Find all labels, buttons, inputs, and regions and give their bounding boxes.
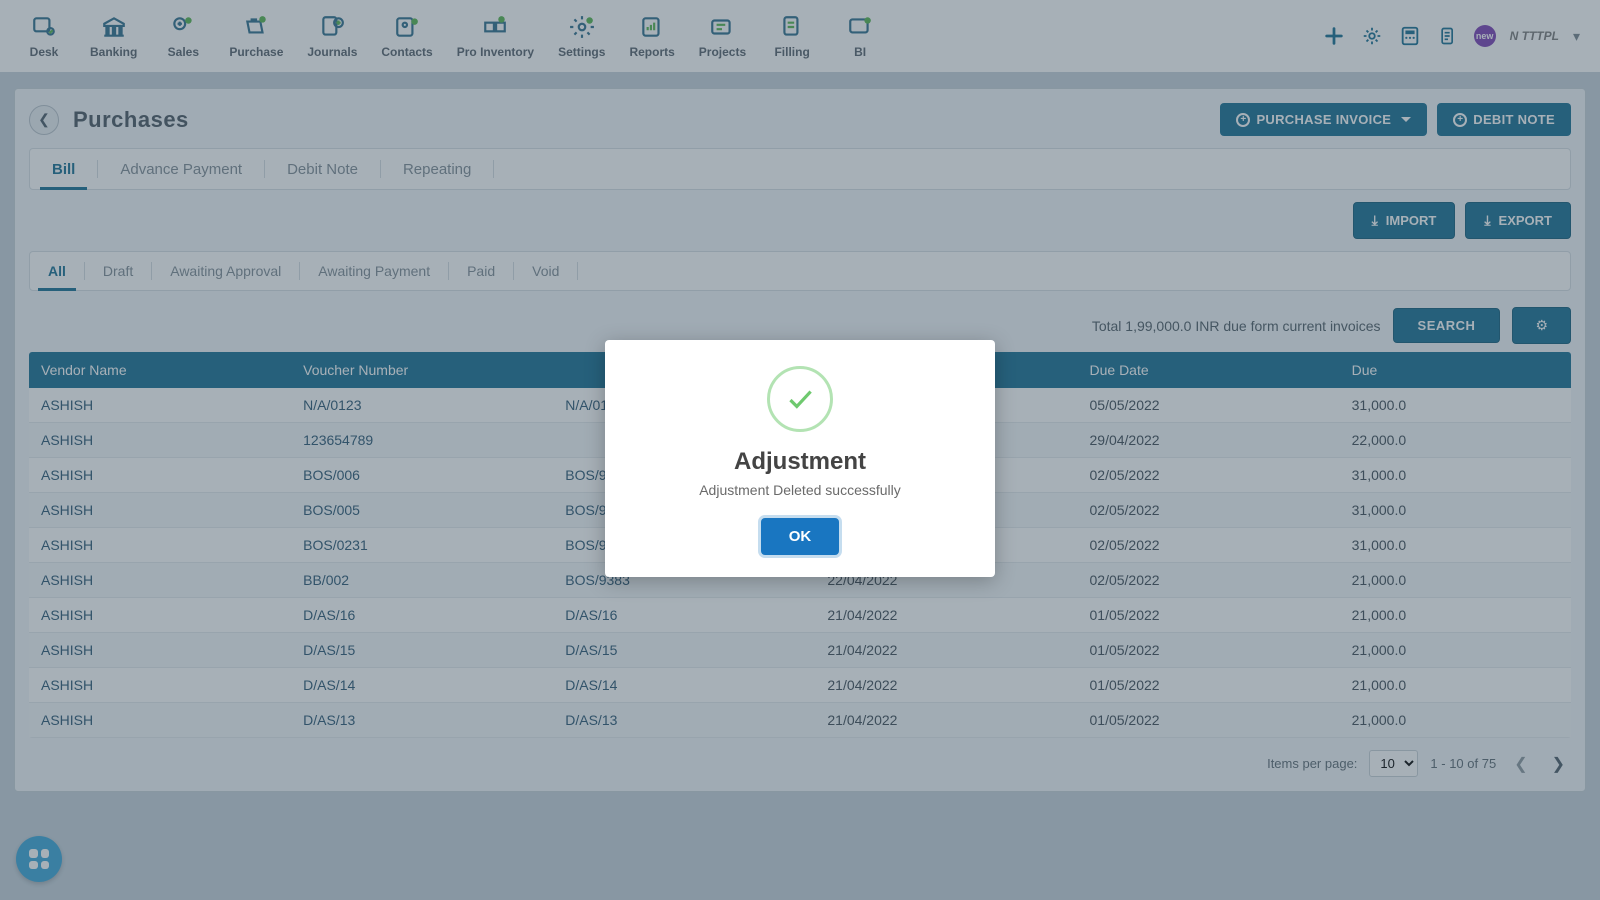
success-check-icon <box>767 366 833 432</box>
modal-title: Adjustment <box>734 448 866 476</box>
adjustment-modal: Adjustment Adjustment Deleted successful… <box>605 340 995 577</box>
modal-overlay: Adjustment Adjustment Deleted successful… <box>0 0 1600 900</box>
modal-ok-button[interactable]: OK <box>761 518 840 555</box>
modal-message: Adjustment Deleted successfully <box>699 482 901 498</box>
